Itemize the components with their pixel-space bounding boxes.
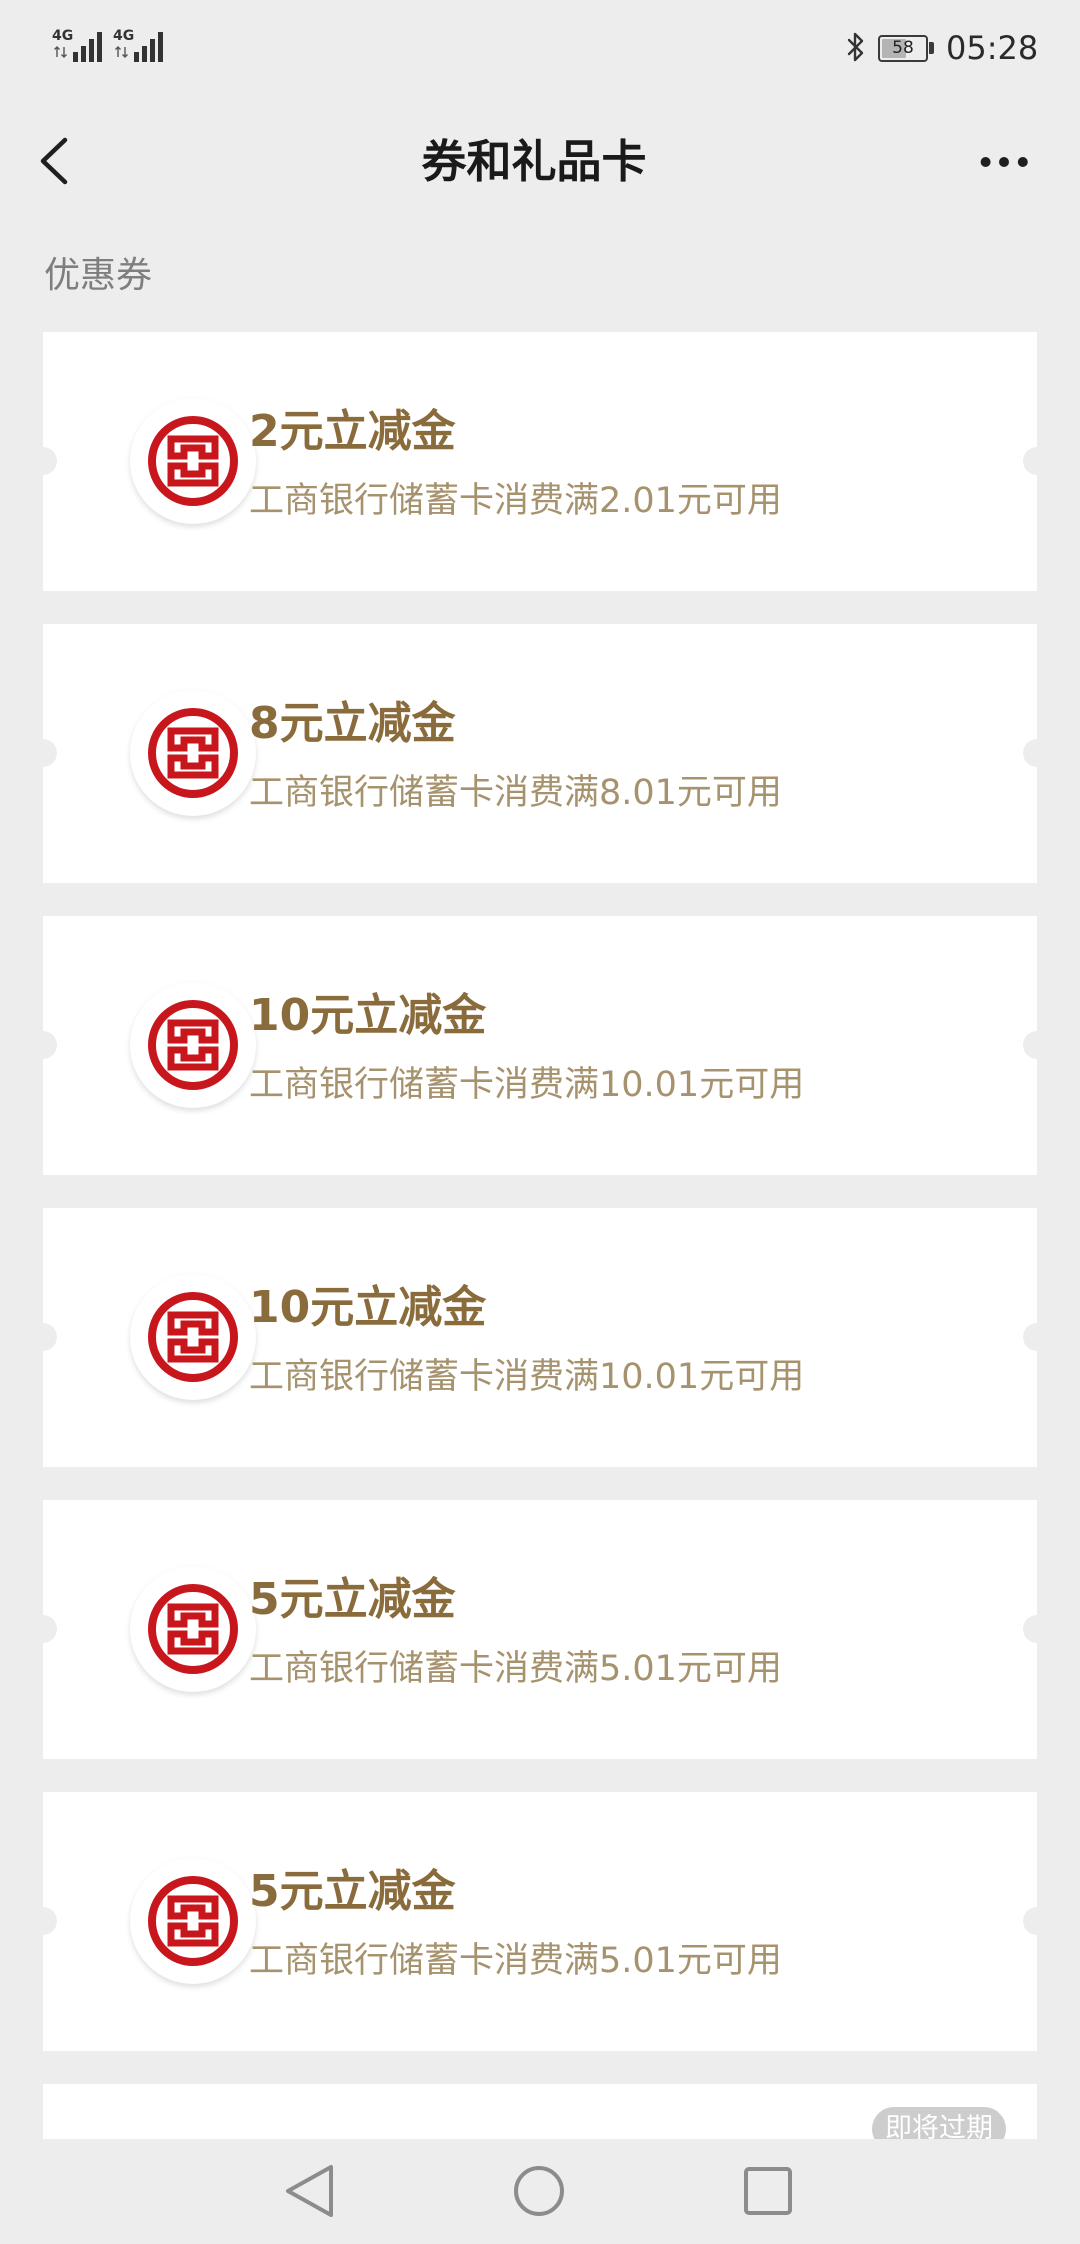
card-notch-right (1023, 1907, 1051, 1935)
card-notch-left (29, 1031, 57, 1059)
icbc-logo-icon (130, 398, 256, 524)
square-recents-icon (744, 2167, 792, 2215)
nav-recents-button[interactable] (739, 2162, 797, 2220)
coupon-description: 工商银行储蓄卡消费满5.01元可用 (249, 1941, 782, 1981)
coupon-list: 2元立减金 工商银行储蓄卡消费满2.01元可用 8元立减金 工商银行储蓄卡消费满… (29, 332, 1051, 2139)
coupon-description: 工商银行储蓄卡消费满10.01元可用 (249, 1357, 805, 1397)
signal-bars-icon (73, 30, 105, 62)
card-notch-right (1023, 739, 1051, 767)
coupon-card[interactable]: 5元立减金 工商银行储蓄卡消费满5.01元可用 (29, 1500, 1051, 1759)
coupon-description: 工商银行储蓄卡消费满5.01元可用 (249, 1649, 782, 1689)
coupon-title: 10元立减金 (249, 1282, 487, 1333)
battery-terminal (929, 42, 934, 54)
card-notch-right (1023, 1615, 1051, 1643)
expiring-soon-badge: 即将过期 (872, 2107, 1006, 2139)
card-notch-left (29, 1615, 57, 1643)
network-type-label: 4G (113, 28, 135, 44)
icbc-logo-icon (130, 982, 256, 1108)
coupon-card[interactable]: 2元立减金 工商银行储蓄卡消费满2.01元可用 (29, 332, 1051, 591)
coupon-description: 工商银行储蓄卡消费满8.01元可用 (249, 773, 782, 813)
card-notch-left (29, 447, 57, 475)
page-title: 券和礼品卡 (421, 135, 647, 188)
clock: 05:28 (946, 29, 1039, 67)
nav-home-button[interactable] (510, 2162, 568, 2220)
coupon-card[interactable]: 5元立减金 工商银行储蓄卡消费满5.01元可用 (29, 1792, 1051, 2051)
card-notch-right (1023, 1031, 1051, 1059)
battery-icon: 58 (878, 35, 928, 62)
coupon-description: 工商银行储蓄卡消费满10.01元可用 (249, 1065, 805, 1105)
battery-level-text: 58 (892, 38, 914, 58)
icbc-logo-icon (130, 1566, 256, 1692)
card-notch-right (1023, 1323, 1051, 1351)
card-notch-left (29, 1323, 57, 1351)
network-type-label: 4G (52, 28, 74, 44)
triangle-back-icon (286, 2165, 333, 2217)
nav-back-button[interactable] (280, 2162, 338, 2220)
circle-home-icon (514, 2166, 564, 2216)
system-navigation-bar (0, 2139, 1080, 2244)
coupon-title: 8元立减金 (249, 698, 456, 749)
cellular-signal-sim1: 4G (52, 26, 108, 66)
icbc-logo-icon (130, 690, 256, 816)
status-bar: 4G 4G 58 05:28 (0, 0, 1080, 97)
coupon-card-partial[interactable]: 即将过期 (43, 2084, 1037, 2139)
coupon-card[interactable]: 8元立减金 工商银行储蓄卡消费满8.01元可用 (29, 624, 1051, 883)
data-activity-icon (54, 46, 68, 58)
cellular-signal-sim2: 4G (113, 26, 169, 66)
coupon-card[interactable]: 10元立减金 工商银行储蓄卡消费满10.01元可用 (29, 916, 1051, 1175)
data-activity-icon (115, 46, 129, 58)
more-horizontal-icon (980, 157, 1028, 167)
bluetooth-icon (847, 32, 864, 62)
card-notch-left (29, 1907, 57, 1935)
icbc-logo-icon (130, 1274, 256, 1400)
coupon-description: 工商银行储蓄卡消费满2.01元可用 (249, 481, 782, 521)
coupon-title: 2元立减金 (249, 406, 456, 457)
section-title-coupons: 优惠券 (44, 255, 153, 296)
icbc-logo-icon (130, 1858, 256, 1984)
card-notch-right (1023, 447, 1051, 475)
coupon-title: 5元立减金 (249, 1574, 456, 1625)
coupon-title: 5元立减金 (249, 1866, 456, 1917)
more-options-button[interactable] (972, 146, 1036, 178)
card-notch-left (29, 739, 57, 767)
coupon-title: 10元立减金 (249, 990, 487, 1041)
coupon-card[interactable]: 10元立减金 工商银行储蓄卡消费满10.01元可用 (29, 1208, 1051, 1467)
signal-bars-icon (134, 30, 166, 62)
